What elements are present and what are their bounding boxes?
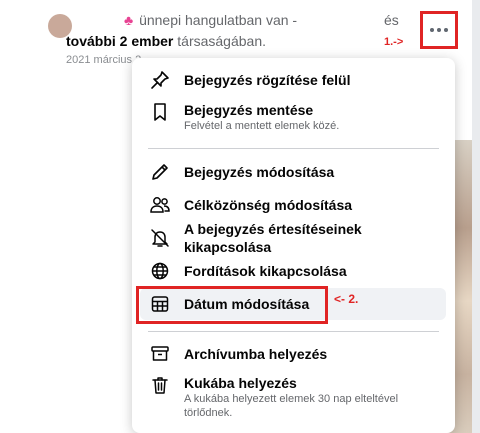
menu-item-pin[interactable]: Bejegyzés rögzítése felül xyxy=(140,64,446,96)
menu-item-label: Bejegyzés módosítása xyxy=(184,164,335,180)
menu-item-audience[interactable]: Célközönség módosítása xyxy=(140,189,446,221)
post-header-tagged: további 2 ember társaságában. xyxy=(66,33,266,49)
annotation-step-2: <- 2. xyxy=(334,292,359,306)
menu-item-label: Bejegyzés rögzítése felül xyxy=(184,72,351,88)
menu-item-archive[interactable]: Archívumba helyezés xyxy=(140,338,446,370)
menu-item-label: Kukába helyezés xyxy=(184,375,297,391)
bookmark-icon xyxy=(148,100,172,124)
menu-item-notifications-off[interactable]: A bejegyzés értesítéseinek kikapcsolása xyxy=(140,221,446,255)
pin-icon xyxy=(148,68,172,92)
activity-conjunction: és xyxy=(384,12,399,28)
menu-item-label: A bejegyzés értesítéseinek kikapcsolása xyxy=(184,221,362,255)
archive-icon xyxy=(148,342,172,366)
menu-item-label: Fordítások kikapcsolása xyxy=(184,263,347,279)
annotation-step-1: 1.-> xyxy=(384,36,404,48)
menu-item-translations-off[interactable]: Fordítások kikapcsolása xyxy=(140,255,446,287)
post-date[interactable]: 2021 március 2 xyxy=(66,54,141,63)
menu-item-trash[interactable]: Kukába helyezés A kukába helyezett eleme… xyxy=(140,369,446,425)
menu-item-description: A kukába helyezett elemek 30 nap eltelté… xyxy=(184,393,399,419)
tagged-people-link[interactable]: további 2 ember xyxy=(66,33,173,49)
menu-divider xyxy=(148,331,439,332)
menu-item-save[interactable]: Bejegyzés mentése Felvétel a mentett ele… xyxy=(140,96,446,138)
menu-item-label: Archívumba helyezés xyxy=(184,346,328,362)
tagged-suffix: társaságában. xyxy=(173,33,266,49)
bell-off-icon xyxy=(148,226,172,250)
annotation-highlight-box xyxy=(136,286,328,324)
trash-icon xyxy=(148,373,172,397)
celebration-emoji-icon: ♣ xyxy=(124,12,134,28)
menu-divider xyxy=(148,148,439,149)
post-header-activity: ♣ ünnepi hangulatban van - xyxy=(124,12,297,28)
people-icon xyxy=(148,193,172,217)
menu-item-description: Felvétel a mentett elemek közé. xyxy=(184,120,340,132)
more-options-button[interactable] xyxy=(420,11,458,49)
activity-text: ünnepi hangulatban van - xyxy=(139,12,298,28)
menu-item-label: Bejegyzés mentése xyxy=(184,102,314,118)
globe-icon xyxy=(148,259,172,283)
more-dots-icon xyxy=(430,28,448,32)
pencil-icon xyxy=(148,160,172,184)
menu-item-label: Célközönség módosítása xyxy=(184,197,353,213)
post-options-menu: Bejegyzés rögzítése felül Bejegyzés ment… xyxy=(132,58,455,433)
menu-item-edit[interactable]: Bejegyzés módosítása xyxy=(140,156,446,188)
